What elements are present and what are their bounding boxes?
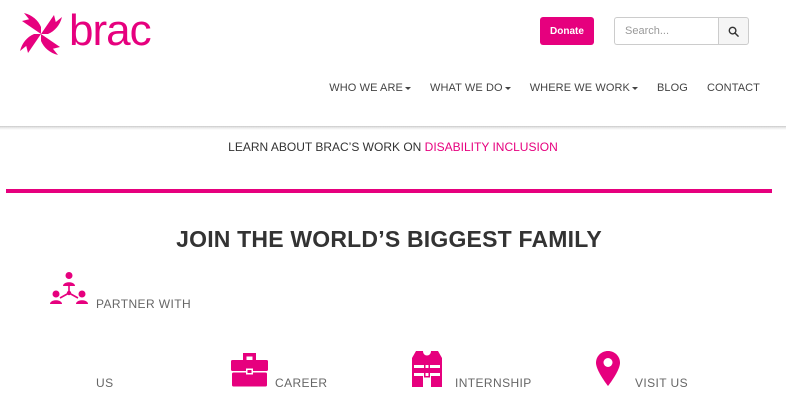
brac-logo[interactable]: brac: [18, 6, 152, 57]
visit-us-label[interactable]: VISIT US: [635, 376, 688, 390]
donate-button[interactable]: Donate: [540, 17, 594, 45]
search-form: [614, 17, 749, 45]
nav-item-blog[interactable]: BLOG: [657, 82, 688, 94]
location-pin-icon[interactable]: [596, 351, 620, 386]
disability-inclusion-link[interactable]: DISABILITY INCLUSION: [425, 140, 558, 154]
brac-logo-text: brac: [69, 6, 152, 55]
search-input[interactable]: [614, 17, 718, 45]
nav-item-label: BLOG: [656, 82, 688, 94]
announcement-bar: LEARN ABOUT BRAC’S WORK ON DISABILITY IN…: [0, 140, 786, 154]
career-label[interactable]: CAREER: [275, 376, 327, 390]
caret-down-icon: [504, 86, 511, 90]
search-button[interactable]: [718, 17, 749, 45]
nav-item-label: CONTACT: [706, 82, 760, 94]
partner-us-label[interactable]: US: [96, 376, 113, 390]
site-header: brac Donate WHO WE ARE WHAT WE DO WHERE …: [0, 0, 786, 128]
nav-item-label: WHERE WE WORK: [529, 82, 630, 94]
internship-label[interactable]: INTERNSHIP: [455, 376, 532, 390]
nav-item-label: WHO WE ARE: [329, 82, 403, 94]
brac-logo-mark-icon: [20, 13, 62, 55]
nav-item-contact[interactable]: CONTACT: [707, 82, 760, 94]
nav-item-label: WHAT WE DO: [429, 82, 503, 94]
network-people-icon[interactable]: [50, 271, 88, 307]
section-divider: [6, 189, 772, 193]
search-icon: [728, 26, 739, 37]
nav-item-what-we-do[interactable]: WHAT WE DO: [430, 82, 511, 94]
nav-item-where-we-work[interactable]: WHERE WE WORK: [530, 82, 638, 94]
join-section-title: JOIN THE WORLD’S BIGGEST FAMILY: [176, 226, 602, 252]
partner-with-label[interactable]: PARTNER WITH: [96, 297, 191, 311]
main-nav: WHO WE ARE WHAT WE DO WHERE WE WORK BLOG…: [329, 82, 760, 94]
header-divider: [0, 126, 786, 130]
caret-down-icon: [404, 86, 411, 90]
nav-item-who-we-are[interactable]: WHO WE ARE: [329, 82, 411, 94]
briefcase-icon[interactable]: [231, 352, 268, 387]
vest-icon[interactable]: [412, 351, 442, 387]
announcement-text: LEARN ABOUT BRAC’S WORK ON: [228, 140, 425, 154]
caret-down-icon: [631, 86, 638, 90]
